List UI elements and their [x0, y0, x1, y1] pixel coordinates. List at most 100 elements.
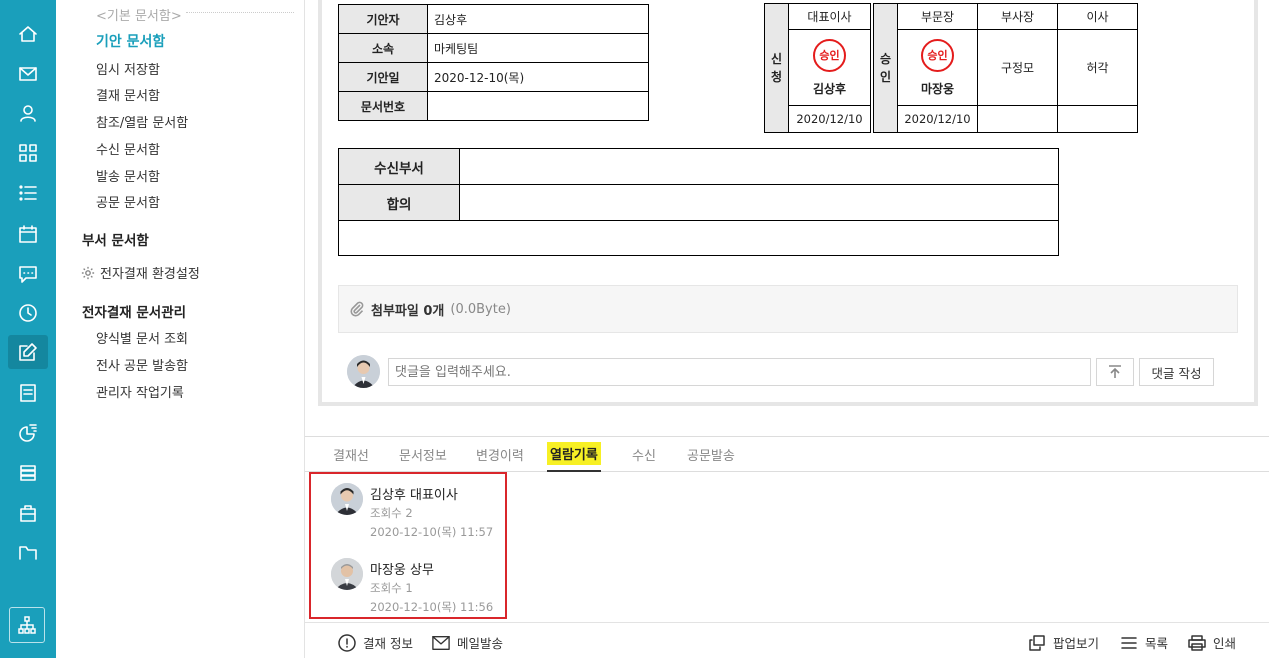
- printer-icon: [1188, 634, 1206, 651]
- apply-header: 대표이사: [788, 3, 871, 30]
- info-value: [427, 91, 649, 121]
- nav-admin-head: 전자결재 문서관리: [82, 305, 187, 321]
- record-views: 조회수 1: [370, 581, 413, 595]
- folder-icon[interactable]: [8, 535, 48, 569]
- comment-input[interactable]: [388, 358, 1091, 386]
- app-rail: [0, 0, 56, 658]
- info-icon: [338, 633, 356, 652]
- send-mail-button[interactable]: 메일발송: [432, 633, 503, 652]
- list-icon: [1121, 636, 1137, 649]
- comment-submit-button[interactable]: 댓글 작성: [1139, 358, 1214, 386]
- approval-edit-icon[interactable]: [8, 335, 48, 369]
- list-button[interactable]: 목록: [1120, 633, 1168, 652]
- info-label: 소속: [338, 33, 428, 63]
- info-label: 문서번호: [338, 91, 428, 121]
- receive-label: 수신부서: [338, 148, 460, 185]
- home-icon[interactable]: [8, 17, 48, 51]
- attachment-bar: 첨부파일 0개 (0.0Byte): [338, 285, 1238, 333]
- upload-button[interactable]: [1096, 358, 1134, 386]
- user-icon[interactable]: [8, 96, 48, 130]
- tab-official-send[interactable]: 공문발송: [687, 437, 735, 472]
- briefcase-icon[interactable]: [8, 496, 48, 530]
- approve-header: 부문장: [897, 3, 978, 30]
- mail-icon[interactable]: [8, 57, 48, 91]
- gear-icon: [81, 266, 95, 279]
- report-icon[interactable]: [8, 416, 48, 450]
- popup-view-label: 팝업보기: [1053, 636, 1100, 651]
- divider: [186, 12, 294, 13]
- approve-header: 이사: [1057, 3, 1138, 30]
- approval-stamp-icon: 승인: [921, 38, 954, 72]
- popup-icon: [1029, 634, 1045, 651]
- board-icon[interactable]: [8, 376, 48, 410]
- nav-item-company-send[interactable]: 전사 공문 발송함: [96, 355, 188, 374]
- approval-nav: <기본 문서함> 기안 문서함 임시 저장함 결재 문서함 참조/열람 문서함 …: [56, 0, 305, 658]
- tab-doc-info[interactable]: 문서정보: [399, 437, 447, 472]
- record-time: 2020-12-10(목) 11:56: [370, 600, 494, 614]
- mail-icon: [432, 635, 450, 650]
- approve-table: 승인 부문장 부사장 이사 승인 마장웅 구정모 허각 2020/12/10: [873, 3, 1138, 133]
- calendar-icon[interactable]: [8, 217, 48, 251]
- tab-receive[interactable]: 수신: [632, 437, 656, 472]
- nav-item-reference-box[interactable]: 참조/열람 문서함: [96, 112, 188, 131]
- attachment-size: (0.0Byte): [450, 301, 511, 317]
- record-time: 2020-12-10(목) 11:57: [370, 525, 494, 539]
- record-name: 마장웅 상무: [370, 563, 434, 578]
- apply-side-label: 신청: [764, 3, 789, 133]
- info-label: 기안자: [338, 4, 428, 34]
- approve-date-empty: [977, 105, 1058, 133]
- info-value: 김상후: [427, 4, 649, 34]
- list-label: 목록: [1145, 636, 1169, 651]
- print-label: 인쇄: [1213, 636, 1237, 651]
- nav-dept-box[interactable]: 부서 문서함: [82, 229, 149, 249]
- agree-label: 합의: [338, 184, 460, 221]
- approval-stamp-icon: 승인: [813, 38, 846, 72]
- nav-group-label: <기본 문서함>: [96, 9, 182, 24]
- approve-header: 부사장: [977, 3, 1058, 30]
- attachment-count: 첨부파일 0개: [371, 303, 445, 319]
- approve-date: 2020/12/10: [897, 105, 978, 133]
- record-views: 조회수 2: [370, 506, 413, 520]
- list-icon[interactable]: [8, 176, 48, 210]
- nav-item-receive-box[interactable]: 수신 문서함: [96, 139, 160, 158]
- approval-info-label: 결재 정보: [363, 636, 413, 651]
- grid-icon[interactable]: [8, 136, 48, 170]
- upload-icon: [1109, 365, 1121, 378]
- avatar: [347, 355, 380, 388]
- nav-item-send-box[interactable]: 발송 문서함: [96, 166, 160, 185]
- approver-name: 허각: [1057, 29, 1138, 106]
- receive-value: [459, 148, 1059, 185]
- nav-item-temp-save[interactable]: 임시 저장함: [96, 59, 160, 78]
- read-records: 김상후 대표이사 조회수 2 2020-12-10(목) 11:57 마장웅 상…: [309, 472, 507, 619]
- agree-value: [459, 184, 1059, 221]
- doc-tabs: 결재선 문서정보 변경이력 열람기록 수신 공문발송: [305, 436, 1269, 472]
- tab-approval-line[interactable]: 결재선: [333, 437, 369, 472]
- nav-settings[interactable]: 전자결재 환경설정: [81, 263, 200, 282]
- receive-table: 수신부서 합의: [338, 148, 1059, 256]
- apply-date: 2020/12/10: [788, 105, 871, 133]
- apply-name: 김상후: [812, 81, 847, 96]
- nav-item-form-lookup[interactable]: 양식별 문서 조회: [96, 328, 188, 347]
- info-value: 마케팅팀: [427, 33, 649, 63]
- clock-icon[interactable]: [8, 296, 48, 330]
- doc-info-table: 기안자 김상후 소속 마케팅팀 기안일 2020-12-10(목) 문서번호: [338, 4, 649, 121]
- nav-item-draft-box[interactable]: 기안 문서함: [96, 31, 165, 51]
- chat-icon[interactable]: [8, 257, 48, 291]
- print-button[interactable]: 인쇄: [1188, 633, 1236, 652]
- approve-stamp-cell: 승인 마장웅: [897, 29, 978, 106]
- tab-read-records[interactable]: 열람기록: [547, 437, 601, 472]
- nav-item-official-box[interactable]: 공문 문서함: [96, 192, 160, 211]
- org-chart-icon[interactable]: [9, 607, 45, 643]
- tab-change-history[interactable]: 변경이력: [476, 437, 524, 472]
- nav-item-admin-log[interactable]: 관리자 작업기록: [96, 382, 184, 401]
- info-value: 2020-12-10(목): [427, 62, 649, 92]
- popup-view-button[interactable]: 팝업보기: [1028, 633, 1099, 652]
- approval-info-button[interactable]: 결재 정보: [338, 633, 413, 652]
- paperclip-icon: [350, 301, 364, 317]
- nav-item-approval-box[interactable]: 결재 문서함: [96, 85, 160, 104]
- approve-date-empty: [1057, 105, 1138, 133]
- nav-settings-label: 전자결재 환경설정: [100, 267, 200, 282]
- archive-icon[interactable]: [8, 456, 48, 490]
- info-label: 기안일: [338, 62, 428, 92]
- doc-body-cell: [338, 220, 1059, 256]
